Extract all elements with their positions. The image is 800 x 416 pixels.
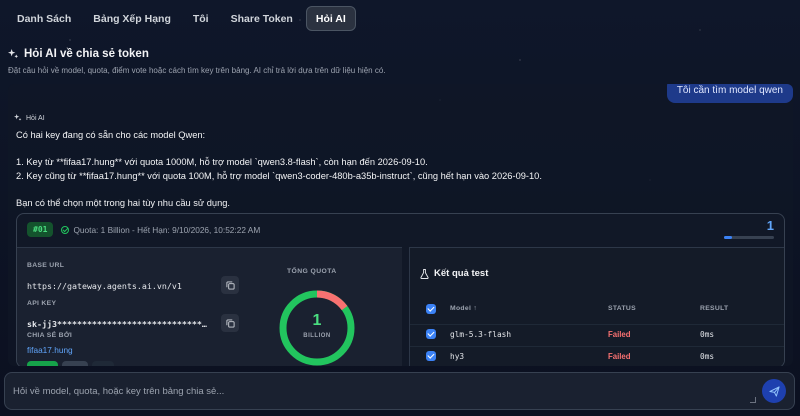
test-results-panel: Kết quả test Model ↑ STATUS RESULT glm-5… — [409, 247, 784, 366]
shared-by-label: CHIA SẺ BỞI — [27, 332, 73, 339]
key-index-badge: #01 — [27, 222, 54, 237]
send-icon — [768, 385, 780, 397]
row-model: hy3 — [450, 352, 465, 361]
row-checkbox[interactable] — [426, 351, 436, 361]
copy-icon — [225, 318, 235, 328]
check-circle-icon — [61, 225, 70, 234]
total-quota-label: TỔNG QUOTA — [287, 268, 337, 275]
top-nav: Danh Sách Bảng Xếp Hạng Tôi Share Token … — [8, 6, 356, 31]
test-results-title: Kết quả test — [420, 268, 488, 279]
chat-input-bar — [4, 372, 795, 410]
vote-progress-fill — [724, 236, 732, 239]
tab-toi[interactable]: Tôi — [184, 6, 218, 31]
test-results-title-text: Kết quả test — [434, 268, 489, 279]
table-row[interactable]: glm-5.3-flash Failed 0ms — [410, 324, 784, 344]
chat-input[interactable] — [13, 381, 743, 401]
total-quota-donut: 1 BILLION — [277, 288, 357, 366]
upvote-button[interactable] — [27, 361, 58, 366]
base-url-label: BASE URL — [27, 262, 65, 269]
more-button[interactable] — [92, 361, 114, 366]
page-title: Hỏi AI về chia sẻ token — [8, 48, 149, 60]
sparkles-icon — [14, 114, 22, 121]
downvote-button[interactable] — [62, 361, 88, 366]
ai-line: Có hai key đang có sẵn cho các model Qwe… — [16, 130, 206, 140]
user-message-bubble: Tôi cần tìm model qwen — [666, 84, 793, 103]
tab-danh-sach[interactable]: Danh Sách — [8, 6, 80, 31]
tab-share-token[interactable]: Share Token — [222, 6, 302, 31]
page-subtitle: Đặt câu hỏi về model, quota, điểm vote h… — [8, 66, 386, 75]
ai-line-gap — [16, 143, 542, 157]
vote-progress-bar — [724, 236, 774, 239]
ai-label-text: Hỏi AI — [26, 114, 45, 122]
resize-grip-icon[interactable] — [750, 397, 756, 403]
ai-message-text: Có hai key đang có sẵn cho các model Qwe… — [16, 129, 542, 210]
table-row[interactable]: hy3 Failed 0ms — [410, 346, 784, 366]
row-result: 0ms — [700, 330, 715, 339]
select-all-checkbox[interactable] — [426, 304, 436, 314]
ai-line: 2. Key cũng từ **fifaa17.hung** với quot… — [16, 170, 542, 181]
col-status: STATUS — [608, 305, 636, 312]
row-checkbox[interactable] — [426, 329, 436, 339]
page-title-text: Hỏi AI về chia sẻ token — [24, 48, 149, 60]
api-key-label: API KEY — [27, 300, 57, 307]
sparkles-icon — [8, 48, 19, 58]
tab-bang-xep-hang[interactable]: Bảng Xếp Hạng — [84, 6, 180, 31]
row-status: Failed — [608, 330, 631, 339]
ai-line: Bạn có thể chọn một trong hai tùy nhu cầ… — [16, 197, 230, 208]
total-quota-value: 1 — [312, 312, 322, 329]
key-details-panel: BASE URL https://gateway.agents.ai.vn/v1… — [17, 247, 402, 366]
quota-expiry-line: Quota: 1 Billion - Hết Hạn: 9/10/2026, 1… — [61, 225, 260, 235]
vote-count: 1 — [766, 218, 774, 233]
row-model: glm-5.3-flash — [450, 330, 512, 339]
ai-line-gap — [16, 183, 542, 197]
ai-line: 1. Key từ **fifaa17.hung** với quota 100… — [16, 157, 428, 167]
copy-icon — [225, 280, 235, 290]
chat-panel[interactable]: Tôi cần tìm model qwen Hỏi AI Có hai key… — [8, 84, 793, 366]
base-url-value: https://gateway.agents.ai.vn/v1 — [27, 281, 182, 291]
shared-by-link[interactable]: fifaa17.hung — [27, 345, 73, 355]
card-header: #01 Quota: 1 Billion - Hết Hạn: 9/10/202… — [27, 222, 260, 237]
total-quota-unit: BILLION — [303, 333, 331, 339]
flask-icon — [420, 268, 429, 279]
tab-hoi-ai[interactable]: Hỏi AI — [305, 6, 356, 31]
row-result: 0ms — [700, 352, 715, 361]
copy-base-url-button[interactable] — [221, 276, 239, 294]
row-status: Failed — [608, 352, 631, 361]
token-key-card[interactable]: #01 Quota: 1 Billion - Hết Hạn: 9/10/202… — [16, 213, 785, 366]
col-result: RESULT — [700, 305, 729, 312]
copy-api-key-button[interactable] — [221, 314, 239, 332]
send-button[interactable] — [762, 379, 786, 403]
quota-expiry-text: Quota: 1 Billion - Hết Hạn: 9/10/2026, 1… — [73, 224, 261, 235]
api-key-value: sk-jj3*****************************… — [27, 319, 207, 329]
results-table-header: Model ↑ STATUS RESULT — [410, 300, 784, 318]
ai-message-label: Hỏi AI — [14, 114, 45, 122]
col-model[interactable]: Model ↑ — [450, 305, 477, 312]
